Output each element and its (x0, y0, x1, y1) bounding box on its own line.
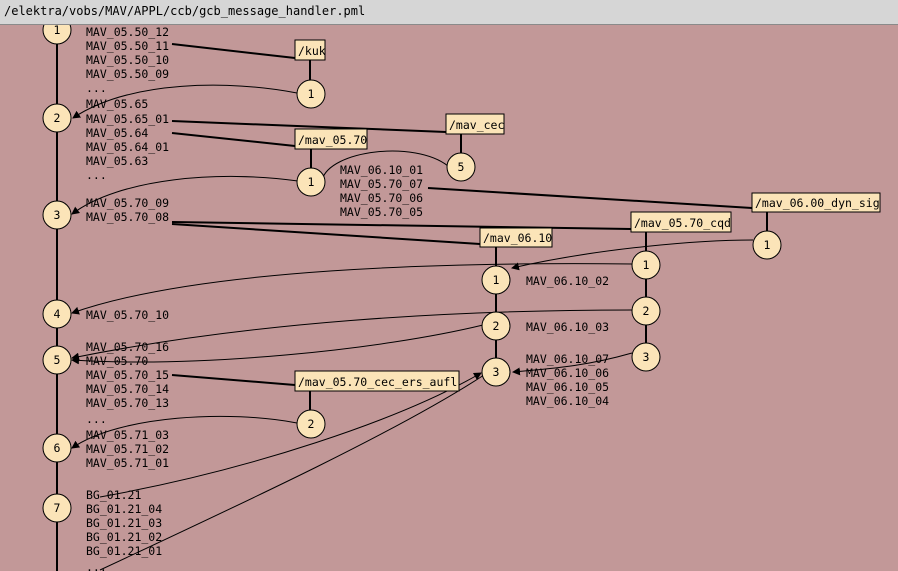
version-label: MAV_05.70_13 (86, 396, 169, 410)
svg-text:2: 2 (643, 304, 650, 318)
version-label: MAV_05.71_03 (86, 428, 169, 442)
title-bar: /elektra/vobs/MAV/APPL/ccb/gcb_message_h… (0, 0, 898, 25)
svg-text:1: 1 (308, 87, 315, 101)
branch-box-kuk[interactable]: /kuk (294, 39, 326, 61)
svg-text:1: 1 (493, 273, 500, 287)
svg-text:1: 1 (54, 25, 61, 37)
version-node[interactable]: 1 (481, 265, 511, 295)
version-label: MAV_05.65_01 (86, 112, 169, 126)
version-node[interactable]: 2 (42, 103, 72, 133)
version-label: MAV_05.64 (86, 126, 148, 140)
version-label: BG_01.21_03 (86, 516, 162, 530)
version-label: ... (86, 412, 107, 426)
branch-name: /mav_cec (449, 118, 504, 132)
version-label: MAV_06.10_03 (526, 320, 609, 334)
branch-box-mav-05-70-cec-ers-aufl[interactable]: /mav_05.70_cec_ers_aufl (294, 370, 460, 392)
version-node[interactable]: 3 (42, 200, 72, 230)
version-label: MAV_05.70 (86, 354, 148, 368)
merge-arrows (71, 84, 754, 571)
version-node[interactable]: 1 (296, 167, 326, 197)
branch-name: /mav_05.70_cqd (634, 216, 731, 230)
branch-name: /mav_06.10 (483, 231, 552, 245)
version-label: ... (86, 560, 107, 571)
version-node[interactable]: 1 (631, 250, 661, 280)
svg-text:1: 1 (764, 238, 771, 252)
branch-name: /mav_05.70_cec_ers_aufl (298, 375, 457, 389)
svg-text:5: 5 (54, 353, 61, 367)
version-label: MAV_05.70_08 (86, 210, 169, 224)
svg-text:5: 5 (458, 160, 465, 174)
svg-text:2: 2 (308, 417, 315, 431)
window-title: /elektra/vobs/MAV/APPL/ccb/gcb_message_h… (4, 4, 366, 18)
version-label: MAV_05.70_10 (86, 308, 169, 322)
version-label: ... (86, 81, 107, 95)
version-node[interactable]: 5 (446, 152, 476, 182)
svg-text:3: 3 (643, 350, 650, 364)
version-label: MAV_05.50_12 (86, 25, 169, 39)
svg-text:3: 3 (493, 365, 500, 379)
version-node[interactable]: 2 (296, 409, 326, 439)
version-label: BG_01.21_04 (86, 502, 162, 516)
version-label: MAV_05.50_11 (86, 39, 169, 53)
version-label: BG_01.21_01 (86, 544, 162, 558)
version-label: MAV_05.64_01 (86, 140, 169, 154)
version-label: BG_01.21_02 (86, 530, 162, 544)
version-node[interactable]: 3 (631, 342, 661, 372)
version-label: MAV_05.70_14 (86, 382, 169, 396)
version-label: MAV_05.70_06 (340, 191, 423, 205)
svg-text:3: 3 (54, 208, 61, 222)
branch-box-mav-cec[interactable]: /mav_cec (445, 113, 505, 135)
version-node[interactable]: 7 (42, 493, 72, 523)
branch-box-mav-05-70-cqd[interactable]: /mav_05.70_cqd (630, 211, 732, 233)
version-label: MAV_05.50_10 (86, 53, 169, 67)
version-label: BG_01.21 (86, 488, 141, 502)
branch-name: /kuk (298, 44, 326, 58)
main-version-labels: MAV_05.50_12 MAV_05.50_11 MAV_05.50_10 M… (86, 25, 169, 571)
svg-text:2: 2 (54, 111, 61, 125)
version-node[interactable]: 1 (42, 25, 72, 45)
version-tree-diagram[interactable]: MAV_05.50_12 MAV_05.50_11 MAV_05.50_10 M… (0, 25, 898, 571)
version-label: MAV_05.70_16 (86, 340, 169, 354)
version-label: MAV_05.65 (86, 97, 148, 111)
version-label: MAV_05.71_01 (86, 456, 169, 470)
version-node[interactable]: 3 (481, 357, 511, 387)
version-label: MAV_06.10_04 (526, 394, 609, 408)
branch-box-mav-05-70[interactable]: /mav_05.70 (294, 128, 368, 150)
version-label: MAV_05.71_02 (86, 442, 169, 456)
svg-text:2: 2 (493, 319, 500, 333)
version-label: MAV_06.10_01 (340, 163, 423, 177)
version-label: MAV_06.10_07 (526, 352, 609, 366)
branch-lines (56, 25, 768, 571)
version-node[interactable]: 2 (631, 296, 661, 326)
branch-box-mav-06-10[interactable]: /mav_06.10 (479, 227, 553, 248)
version-node[interactable]: 1 (296, 79, 326, 109)
version-label: MAV_05.70_09 (86, 196, 169, 210)
version-label: MAV_05.63 (86, 154, 148, 168)
version-label: MAV_06.10_06 (526, 366, 609, 380)
version-label: MAV_05.70_05 (340, 205, 423, 219)
version-node[interactable]: 1 (752, 230, 782, 260)
svg-text:7: 7 (54, 501, 61, 515)
branch-name: /mav_05.70 (298, 133, 367, 147)
version-label: MAV_05.50_09 (86, 67, 169, 81)
svg-text:1: 1 (643, 258, 650, 272)
version-node[interactable]: 5 (42, 345, 72, 375)
version-node[interactable]: 4 (42, 299, 72, 329)
version-label: MAV_05.70_07 (340, 177, 423, 191)
svg-text:1: 1 (308, 175, 315, 189)
version-label: MAV_05.70_15 (86, 368, 169, 382)
version-node[interactable]: 2 (481, 311, 511, 341)
svg-text:4: 4 (54, 307, 61, 321)
branch-name: /mav_06.00_dyn_sig (755, 196, 880, 210)
version-label: MAV_06.10_05 (526, 380, 609, 394)
svg-text:6: 6 (54, 441, 61, 455)
version-label: ... (86, 168, 107, 182)
branch-box-mav-06-00-dyn-sig[interactable]: /mav_06.00_dyn_sig (751, 192, 881, 213)
version-node[interactable]: 6 (42, 433, 72, 463)
version-label: MAV_06.10_02 (526, 274, 609, 288)
